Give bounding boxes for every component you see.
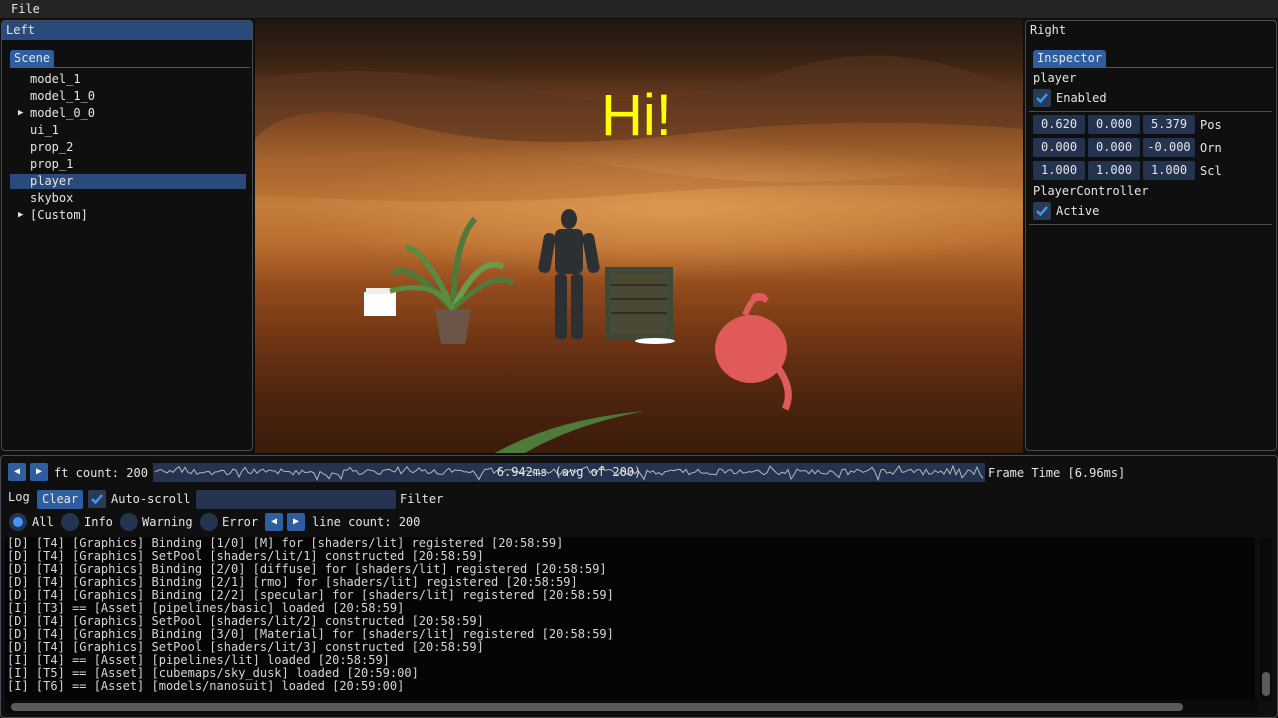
left-panel-title[interactable]: Left [2, 21, 252, 40]
tree-item-label: player [30, 174, 74, 188]
prev-button[interactable]: ◀ [8, 463, 26, 481]
clear-button[interactable]: Clear [37, 490, 84, 509]
scl-z-field[interactable]: 1.000 [1143, 161, 1195, 180]
triangle-right-icon[interactable]: ▶ [18, 208, 23, 223]
wooden-crate [605, 267, 675, 344]
tree-item-label: prop_2 [30, 140, 74, 154]
tree-item[interactable]: player [10, 174, 246, 189]
log-output[interactable]: [D] [T4] [Graphics] Binding [1/0] [M] fo… [5, 537, 1255, 702]
log-horizontal-scroll-thumb[interactable] [11, 703, 1183, 711]
tab-underline [1033, 67, 1273, 68]
right-panel-title[interactable]: Right [1026, 21, 1276, 40]
radio-all-label: All [32, 515, 54, 529]
tree-item[interactable]: ▶ [Custom] [10, 208, 246, 223]
radio-warning-label: Warning [142, 515, 193, 529]
divider [1029, 224, 1272, 225]
menu-bar: File [0, 0, 1278, 18]
tree-item-label: ui_1 [30, 123, 59, 137]
tree-item[interactable]: ▶ model_0_0 [10, 106, 246, 121]
scene-viewport[interactable]: Hi! [255, 19, 1023, 453]
radio-info[interactable] [61, 513, 79, 531]
tree-item[interactable]: model_1 [10, 72, 246, 87]
active-label: Active [1056, 204, 1100, 218]
check-icon [1036, 206, 1048, 217]
enabled-label: Enabled [1056, 91, 1107, 105]
divider [1029, 111, 1272, 112]
check-icon [1036, 93, 1048, 104]
tab-scene[interactable]: Scene [10, 50, 55, 67]
component-name: PlayerController [1033, 184, 1149, 198]
left-panel: Left Scene model_1 model_1_0 ▶ model_0_0 ui_… [1, 20, 253, 451]
pos-z-field[interactable]: 5.379 [1143, 115, 1195, 134]
entity-name: player [1033, 71, 1077, 85]
filter-label: Filter [400, 492, 444, 506]
pos-x-field[interactable]: 0.620 [1033, 115, 1085, 134]
line-count-prev-button[interactable]: ◀ [265, 513, 283, 531]
pos-label: Pos [1200, 118, 1222, 132]
tree-item-label: [Custom] [30, 208, 88, 222]
autoscroll-checkbox[interactable] [88, 490, 106, 508]
tree-item[interactable]: prop_2 [10, 140, 246, 155]
teapot [715, 293, 792, 411]
tree-item-label: model_0_0 [30, 106, 96, 120]
tree-item[interactable]: model_1_0 [10, 89, 246, 104]
tree-item-label: prop_1 [30, 157, 74, 171]
triangle-right-icon[interactable]: ▶ [18, 106, 23, 121]
radio-error[interactable] [200, 513, 218, 531]
overlay-hi-text: Hi! [601, 83, 672, 148]
active-checkbox[interactable] [1033, 202, 1051, 220]
scl-label: Scl [1200, 164, 1222, 178]
tree-item[interactable]: skybox [10, 191, 246, 206]
filter-input[interactable] [196, 490, 396, 509]
foreground-leaf [495, 411, 645, 453]
radio-error-label: Error [222, 515, 259, 529]
arrow-left-icon: ◀ [270, 516, 278, 527]
tree-item-label: model_1 [30, 72, 81, 86]
tree-item[interactable]: prop_1 [10, 157, 246, 172]
line-count-label: line count: 200 [312, 515, 421, 529]
autoscroll-label: Auto-scroll [111, 492, 191, 506]
tree-item-label: model_1_0 [30, 89, 96, 103]
frame-time-title: Frame Time [6.96ms] [988, 466, 1126, 480]
orn-label: Orn [1200, 141, 1222, 155]
orn-z-field[interactable]: -0.000 [1143, 138, 1195, 157]
bottom-panel: ◀ ▶ ft count: 200 6.942ms (avg of 200) F… [0, 455, 1278, 718]
arrow-left-icon: ◀ [13, 466, 21, 477]
tree-item[interactable]: ui_1 [10, 123, 246, 138]
radio-info-label: Info [84, 515, 113, 529]
log-title: Log [8, 490, 30, 504]
frame-time-plot-label: 6.942ms (avg of 200) [496, 465, 642, 479]
arrow-right-icon: ▶ [35, 466, 43, 477]
orn-y-field[interactable]: 0.000 [1088, 138, 1140, 157]
tree-item-label: skybox [30, 191, 74, 205]
log-horizontal-scrollbar[interactable] [5, 700, 1259, 713]
log-vertical-scroll-thumb[interactable] [1262, 672, 1270, 696]
line-count-next-button[interactable]: ▶ [287, 513, 305, 531]
radio-all[interactable] [9, 513, 27, 531]
menu-file[interactable]: File [11, 1, 40, 17]
orn-x-field[interactable]: 0.000 [1033, 138, 1085, 157]
tab-inspector[interactable]: Inspector [1033, 50, 1107, 67]
scl-y-field[interactable]: 1.000 [1088, 161, 1140, 180]
ft-count-label: ft count: 200 [54, 466, 148, 480]
radio-warning[interactable] [120, 513, 138, 531]
enabled-checkbox[interactable] [1033, 89, 1051, 107]
log-vertical-scrollbar[interactable] [1260, 537, 1272, 702]
scl-x-field[interactable]: 1.000 [1033, 161, 1085, 180]
log-line: [I] [T6] == [Asset] [models/nanosuit] lo… [7, 679, 405, 693]
tab-underline [10, 67, 250, 68]
frame-time-plot[interactable]: 6.942ms (avg of 200) [153, 463, 985, 482]
arrow-right-icon: ▶ [292, 516, 300, 527]
check-icon [91, 494, 103, 505]
pos-y-field[interactable]: 0.000 [1088, 115, 1140, 134]
next-button[interactable]: ▶ [30, 463, 48, 481]
